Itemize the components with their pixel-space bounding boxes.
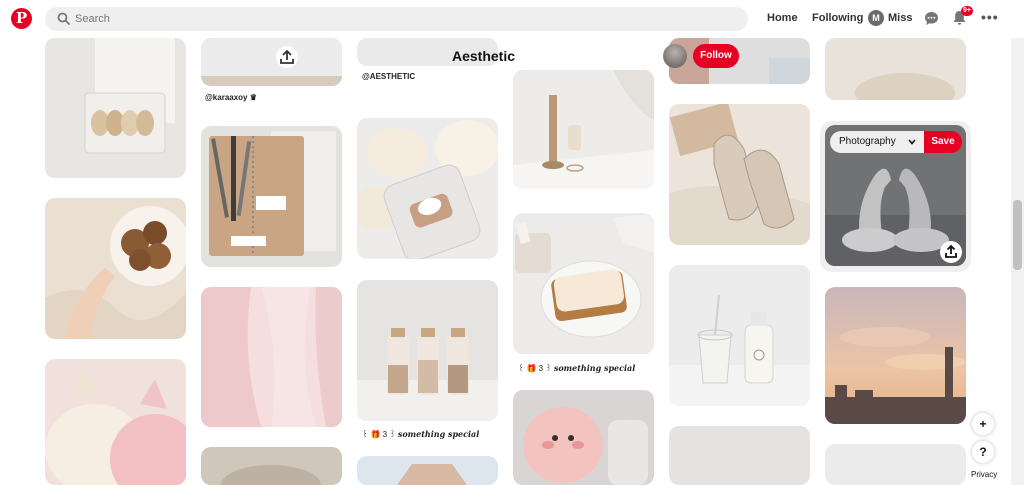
pin-phone-buns[interactable]	[357, 118, 498, 259]
caption-prefix: ꒰ 🎁 3 ꒱	[362, 430, 396, 439]
pin-macaron-box[interactable]	[45, 38, 186, 178]
pin-caption: ꒰ 🎁 3 ꒱ something special	[518, 362, 635, 373]
upload-icon	[945, 244, 957, 258]
pin-image	[45, 198, 186, 339]
pin-candlestick[interactable]	[513, 70, 654, 189]
pin-image	[201, 287, 342, 427]
caption-text: something special	[397, 429, 480, 439]
board-select-dropdown[interactable]: Photography	[830, 131, 924, 153]
pin-caption: @karaaxoy ♛	[205, 93, 257, 102]
pin-top-column-2[interactable]	[201, 38, 342, 86]
pin-image	[825, 287, 966, 424]
board-owner-avatar[interactable]	[663, 44, 687, 68]
caption-prefix: ꒰ 🎁 3 ꒱	[518, 364, 552, 373]
caption-text: something special	[553, 363, 636, 373]
help-button[interactable]: ?	[972, 441, 994, 463]
pin-image	[513, 213, 654, 354]
save-button[interactable]: Save	[924, 131, 962, 153]
upload-icon	[280, 49, 294, 64]
nav-following[interactable]: Following	[812, 12, 863, 24]
board-header: Aesthetic Follow	[380, 40, 750, 76]
pin-bottles[interactable]	[357, 280, 498, 421]
pin-bottom-column-5[interactable]	[669, 426, 810, 485]
pin-image	[45, 38, 186, 178]
pin-cookies[interactable]	[45, 198, 186, 339]
privacy-link[interactable]: Privacy	[971, 470, 997, 479]
search-icon	[57, 12, 70, 25]
pin-sunset-sky[interactable]	[825, 287, 966, 424]
pin-marshmallow-toast[interactable]	[513, 213, 654, 354]
pin-caption: ꒰ 🎁 3 ꒱ something special	[362, 428, 479, 439]
user-name-link[interactable]: Miss	[888, 12, 912, 24]
pinterest-logo-icon[interactable]: P	[11, 8, 32, 29]
pin-peach-plush[interactable]	[513, 390, 654, 485]
pin-bottom-column-6[interactable]	[825, 444, 966, 485]
search-bar[interactable]	[45, 7, 748, 31]
pin-image	[357, 280, 498, 421]
pin-image	[825, 444, 966, 485]
share-button[interactable]	[276, 46, 298, 68]
pin-image	[201, 38, 342, 86]
share-button[interactable]	[940, 241, 962, 263]
nav-home[interactable]: Home	[767, 12, 798, 24]
pin-image	[513, 390, 654, 485]
pin-bottom-column-2[interactable]	[201, 447, 342, 485]
chevron-down-icon	[908, 139, 916, 145]
add-pin-button[interactable]: +	[972, 413, 994, 435]
board-title: Aesthetic	[452, 48, 516, 64]
pin-building[interactable]	[357, 456, 498, 485]
board-select-value: Photography	[839, 136, 896, 147]
pin-image	[669, 265, 810, 406]
pin-image	[669, 104, 810, 245]
search-input[interactable]	[75, 7, 735, 31]
pin-image	[513, 70, 654, 189]
pin-image	[201, 447, 342, 485]
pin-knitted-hats[interactable]	[45, 359, 186, 485]
pin-image	[357, 118, 498, 259]
messages-icon[interactable]	[924, 11, 939, 26]
pin-image	[669, 426, 810, 485]
more-options-icon[interactable]: •••	[981, 9, 999, 25]
pin-image	[45, 359, 186, 485]
pin-milk-drinks[interactable]	[669, 265, 810, 406]
follow-button[interactable]: Follow	[693, 44, 739, 68]
user-avatar[interactable]: M	[868, 10, 884, 26]
pin-image	[201, 126, 342, 267]
scrollbar-thumb[interactable]	[1013, 200, 1022, 270]
pin-sneakers[interactable]	[669, 104, 810, 245]
pin-top-column-6[interactable]	[825, 38, 966, 100]
notification-badge: 9+	[961, 6, 973, 16]
top-navigation-bar: P Home Following M Miss 9+ •••	[0, 0, 1024, 38]
pin-image	[825, 38, 966, 100]
pin-image	[357, 456, 498, 485]
pin-pink-curtain[interactable]	[201, 287, 342, 427]
pin-stationery[interactable]	[201, 126, 342, 267]
